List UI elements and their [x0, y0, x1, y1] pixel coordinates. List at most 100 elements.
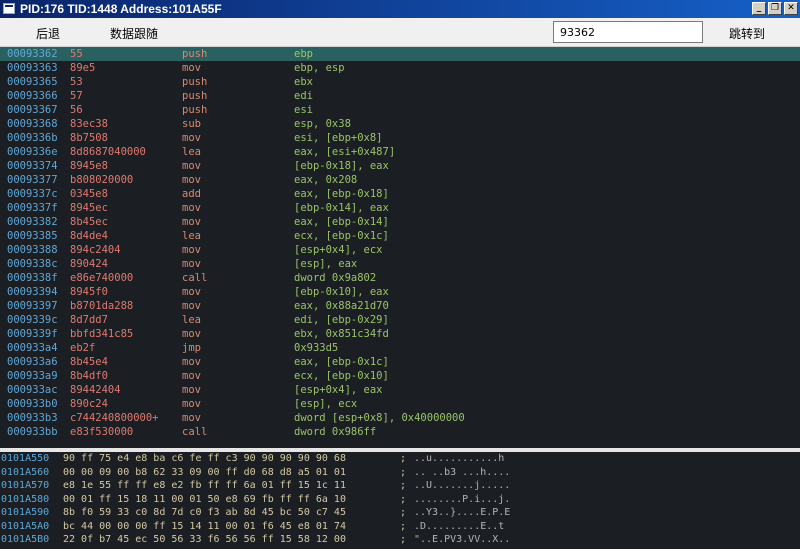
instruction-bytes: 8945ec [70, 202, 108, 214]
instruction-address: 0009339c [7, 314, 58, 326]
disasm-row[interactable]: 00093382 8b45ec mov eax, [ebp-0x14] [0, 215, 800, 229]
instruction-operands: [ebp-0x14], eax [294, 202, 389, 214]
instruction-mnemonic: call [182, 426, 208, 438]
instruction-operands: edi, [ebp-0x29] [294, 314, 389, 326]
minimize-icon[interactable]: _ [752, 2, 766, 15]
disasm-row[interactable]: 000933a4 eb2f jmp 0x933d5 [0, 341, 800, 355]
instruction-bytes: 0345e8 [70, 188, 108, 200]
address-input[interactable] [553, 21, 703, 43]
disasm-row[interactable]: 00093394 8945f0 mov [ebp-0x10], eax [0, 285, 800, 299]
hex-bytes: 90 ff 75 e4 e8 ba c6 fe ff c3 90 90 90 9… [63, 453, 346, 464]
hex-ascii: ........P.i...j. [414, 493, 511, 505]
hex-row[interactable]: 0101A570 e8 1e 55 ff ff e8 e2 fb ff ff 6a… [0, 479, 800, 493]
hex-dump-view[interactable]: 0101A550 90 ff 75 e4 e8 ba c6 fe ff c3 90… [0, 452, 800, 549]
hex-address: 0101A570 [1, 480, 50, 491]
instruction-operands: eax, [esi+0x487] [294, 146, 396, 158]
disasm-row[interactable]: 00093374 8945e8 mov [ebp-0x18], eax [0, 159, 800, 173]
hex-bytes: 00 01 ff 15 18 11 00 01 50 e8 69 fb ff f… [63, 493, 346, 505]
instruction-bytes: 56 [70, 104, 83, 116]
instruction-bytes: 53 [70, 76, 83, 88]
instruction-bytes: 89442404 [70, 384, 121, 396]
disasm-row[interactable]: 00093362 55 push ebp [0, 47, 800, 61]
disasm-row[interactable]: 0009338c 890424 mov [esp], eax [0, 257, 800, 271]
instruction-address: 0009338c [7, 258, 58, 270]
hex-bytes: 22 0f b7 45 ec 50 56 33 f6 56 56 ff 15 5… [63, 534, 346, 545]
instruction-operands: esi [294, 104, 313, 116]
instruction-bytes: 890424 [70, 258, 108, 270]
hex-address: 0101A580 [1, 493, 50, 505]
hex-ascii: .. ..b3 ...h.... [414, 466, 511, 478]
disasm-row[interactable]: 000933a9 8b4df0 mov ecx, [ebp-0x10] [0, 369, 800, 383]
disasm-row[interactable]: 000933a6 8b45e4 mov eax, [ebp-0x1c] [0, 355, 800, 369]
disasm-row[interactable]: 0009339c 8d7dd7 lea edi, [ebp-0x29] [0, 313, 800, 327]
instruction-bytes: 8d4de4 [70, 230, 108, 242]
instruction-mnemonic: jmp [182, 342, 201, 354]
disasm-row[interactable]: 0009336e 8d8687040000 lea eax, [esi+0x487] [0, 145, 800, 159]
instruction-mnemonic: push [182, 76, 208, 88]
instruction-address: 000933b3 [7, 412, 58, 424]
close-icon[interactable]: ✕ [784, 2, 798, 15]
hex-row[interactable]: 0101A580 00 01 ff 15 18 11 00 01 50 e8 69… [0, 493, 800, 507]
instruction-mnemonic: mov [182, 286, 201, 298]
disasm-row[interactable]: 00093365 53 push ebx [0, 75, 800, 89]
hex-address: 0101A590 [1, 507, 50, 518]
disasm-row[interactable]: 0009338f e86e740000 call dword 0x9a802 [0, 271, 800, 285]
hex-bytes: bc 44 00 00 00 ff 15 14 11 00 01 f6 45 e… [63, 520, 346, 532]
instruction-operands: ecx, [ebp-0x10] [294, 370, 389, 382]
instruction-mnemonic: mov [182, 132, 201, 144]
disasm-row[interactable]: 0009339f bbfd341c85 mov ebx, 0x851c34fd [0, 327, 800, 341]
instruction-operands: [esp+0x4], ecx [294, 244, 383, 256]
instruction-bytes: 55 [70, 48, 83, 60]
disasm-row[interactable]: 000933b0 890c24 mov [esp], ecx [0, 397, 800, 411]
instruction-mnemonic: mov [182, 370, 201, 382]
instruction-mnemonic: push [182, 104, 208, 116]
title-bar: PID:176 TID:1448 Address:101A55F _ ❐ ✕ [0, 0, 800, 18]
disasm-row[interactable]: 00093367 56 push esi [0, 103, 800, 117]
hex-row[interactable]: 0101A5A0 bc 44 00 00 00 ff 15 14 11 00 01… [0, 520, 800, 534]
app-window-icon [3, 3, 15, 14]
instruction-mnemonic: mov [182, 216, 201, 228]
hex-row[interactable]: 0101A550 90 ff 75 e4 e8 ba c6 fe ff c3 90… [0, 452, 800, 466]
disasm-row[interactable]: 00093385 8d4de4 lea ecx, [ebp-0x1c] [0, 229, 800, 243]
disasm-row[interactable]: 000933bb e83f530000 call dword 0x986ff [0, 425, 800, 439]
instruction-address: 000933b0 [7, 398, 58, 410]
instruction-bytes: b8701da288 [70, 300, 134, 312]
instruction-mnemonic: mov [182, 160, 201, 172]
instruction-operands: [esp], ecx [294, 398, 358, 410]
instruction-address: 00093362 [7, 48, 58, 60]
restore-icon[interactable]: ❐ [768, 2, 782, 15]
hex-row[interactable]: 0101A560 00 00 09 00 b8 62 33 09 00 ff d0… [0, 466, 800, 480]
disasm-row[interactable]: 000933ac 89442404 mov [esp+0x4], eax [0, 383, 800, 397]
disasm-row[interactable]: 00093397 b8701da288 mov eax, 0x88a21d70 [0, 299, 800, 313]
instruction-mnemonic: add [182, 188, 201, 200]
instruction-mnemonic: mov [182, 412, 201, 424]
disasm-row[interactable]: 00093377 b808020000 mov eax, 0x208 [0, 173, 800, 187]
disassembly-view[interactable]: 00093362 55 push ebp 00093363 89e5 mov ebp, esp… [0, 47, 800, 448]
disasm-row[interactable]: 00093363 89e5 mov ebp, esp [0, 61, 800, 75]
disasm-row[interactable]: 000933b3 c744240800000+ mov dword [esp+0x8]… [0, 411, 800, 425]
instruction-bytes: e83f530000 [70, 426, 134, 438]
instruction-mnemonic: push [182, 48, 208, 60]
hex-row[interactable]: 0101A590 8b f0 59 33 c0 8d 7d c0 f3 ab 8d… [0, 506, 800, 520]
disasm-row[interactable]: 00093388 894c2404 mov [esp+0x4], ecx [0, 243, 800, 257]
disasm-row[interactable]: 00093366 57 push edi [0, 89, 800, 103]
disasm-row[interactable]: 0009336b 8b7508 mov esi, [ebp+0x8] [0, 131, 800, 145]
disasm-row[interactable]: 00093368 83ec38 sub esp, 0x38 [0, 117, 800, 131]
window-title: PID:176 TID:1448 Address:101A55F [20, 2, 222, 16]
instruction-mnemonic: push [182, 90, 208, 102]
instruction-bytes: 8945e8 [70, 160, 108, 172]
disasm-row[interactable]: 0009337c 0345e8 add eax, [ebp-0x18] [0, 187, 800, 201]
instruction-address: 00093367 [7, 104, 58, 116]
back-button[interactable]: 后退 [36, 25, 60, 42]
instruction-operands: ecx, [ebp-0x1c] [294, 230, 389, 242]
instruction-operands: eax, [ebp-0x14] [294, 216, 389, 228]
hex-ascii: "..E.PV3.VV..X.. [414, 534, 511, 545]
instruction-operands: ebx, 0x851c34fd [294, 328, 389, 340]
disasm-row[interactable]: 0009337f 8945ec mov [ebp-0x14], eax [0, 201, 800, 215]
instruction-address: 00093374 [7, 160, 58, 172]
hex-ascii: ..Y3..}....E.P.E [414, 507, 511, 518]
instruction-bytes: 8d8687040000 [70, 146, 146, 158]
goto-button[interactable]: 跳转到 [729, 25, 765, 42]
data-follow-button[interactable]: 数据跟随 [110, 25, 158, 42]
hex-row[interactable]: 0101A5B0 22 0f b7 45 ec 50 56 33 f6 56 56… [0, 533, 800, 547]
